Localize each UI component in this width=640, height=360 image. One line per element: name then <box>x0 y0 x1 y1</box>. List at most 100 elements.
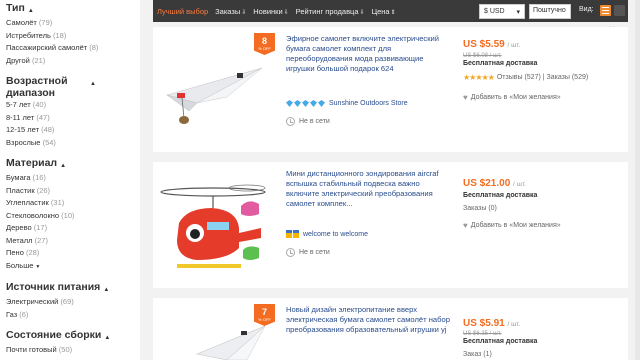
free-shipping: Бесплатная доставка <box>463 60 538 67</box>
old-price: US $6.35 / шт. <box>463 331 502 337</box>
rating-row: ★★★★★ Отзывы (527) | Заказы (529) <box>463 73 589 82</box>
arrow-down-icon: ⇩ <box>283 9 289 16</box>
paper-plane-image <box>165 67 263 124</box>
grid-view-icon[interactable] <box>614 5 625 16</box>
product-title[interactable]: Новый дизайн электропитание вверх электр… <box>286 305 451 335</box>
product-title[interactable]: Эфирное самолет включите электрический б… <box>286 34 451 74</box>
unit-select[interactable]: Поштучно <box>529 4 571 19</box>
product-image[interactable] <box>157 33 269 133</box>
filter-title[interactable]: Материал ▲ <box>6 157 136 172</box>
heart-icon: ♥ <box>463 221 468 230</box>
diamond-icon <box>302 100 309 107</box>
diamond-icon <box>286 100 293 107</box>
sort-bar: Лучший выбор Заказы⇩ Новинки⇩ Рейтинг пр… <box>153 0 628 22</box>
clock-icon <box>286 248 295 257</box>
store-link[interactable]: welcome to welcome <box>286 230 368 238</box>
filter-item[interactable]: Взрослые (54) <box>6 137 136 150</box>
orders-link[interactable]: Заказ (1) <box>463 351 492 358</box>
product-card: 7% OFF Новый дизайн электропитание вверх… <box>153 298 628 360</box>
view-label: Вид: <box>579 6 594 13</box>
product-price: US $21.00 / шт. <box>463 178 526 189</box>
filter-item[interactable]: Истребитель (18) <box>6 30 136 43</box>
diamond-icon <box>318 100 325 107</box>
clock-icon <box>286 117 295 126</box>
sort-seller-rating[interactable]: Рейтинг продавца⇩ <box>296 7 365 16</box>
filter-group-age: Возрастной диапазон ▲ 5-7 лет (40) 8-11 л… <box>6 75 136 149</box>
filter-title[interactable]: Возрастной диапазон ▲ <box>6 75 96 99</box>
filter-item[interactable]: Самолёт (79) <box>6 17 136 30</box>
add-to-wishlist[interactable]: ♥ Добавить в «Мои желания» <box>463 221 561 230</box>
helicopter-image <box>160 184 266 268</box>
heart-icon: ♥ <box>463 93 468 102</box>
chevron-down-icon: ▼ <box>35 263 41 270</box>
add-to-wishlist[interactable]: ♥ Добавить в «Мои желания» <box>463 93 561 102</box>
product-price: US $5.91 / шт. <box>463 318 521 329</box>
page: Тип ▲ Самолёт (79) Истребитель (18) Пасса… <box>0 0 640 360</box>
filter-item[interactable]: Металл (27) <box>6 235 136 248</box>
list-view-icon[interactable] <box>600 5 611 16</box>
orders-link[interactable]: Заказы (529) <box>547 74 589 81</box>
discount-badge: 7% OFF <box>254 304 275 326</box>
star-rating-icon: ★★★★★ <box>463 73 495 82</box>
product-list-area: Лучший выбор Заказы⇩ Новинки⇩ Рейтинг пр… <box>140 0 640 360</box>
sort-new[interactable]: Новинки⇩ <box>253 7 288 16</box>
caret-up-icon: ▲ <box>90 81 96 87</box>
more-link[interactable]: Больше ▼ <box>6 260 136 274</box>
filter-item[interactable]: Газ (6) <box>6 309 136 322</box>
product-card: Мини дистанционного зондирования aircraf… <box>153 162 628 288</box>
product-image[interactable] <box>157 168 269 268</box>
caret-up-icon: ▲ <box>103 287 110 293</box>
arrow-down-icon: ⇩ <box>241 9 247 16</box>
filter-title[interactable]: Состояние сборки ▲ <box>6 329 136 344</box>
reviews-link[interactable]: Отзывы (527) <box>497 74 541 81</box>
discount-badge: 8% OFF <box>254 33 275 55</box>
filter-group-material: Материал ▲ Бумага (16) Пластик (26) Углеп… <box>6 157 136 273</box>
product-price: US $5.59 / шт. <box>463 39 521 50</box>
seller-status[interactable]: Не в сети <box>286 117 330 126</box>
filter-title[interactable]: Источник питания ▲ <box>6 281 136 296</box>
filter-item[interactable]: Другой (21) <box>6 55 136 68</box>
filter-item[interactable]: Углепластик (31) <box>6 197 136 210</box>
diamond-icon <box>294 100 301 107</box>
paper-plane-image <box>195 325 266 360</box>
filter-item[interactable]: Электрический (69) <box>6 296 136 309</box>
diamond-icon <box>310 100 317 107</box>
seller-status[interactable]: Не в сети <box>286 248 330 257</box>
filter-item[interactable]: 5-7 лет (40) <box>6 99 136 112</box>
filter-item[interactable]: Стекловолокно (10) <box>6 210 136 223</box>
filter-item[interactable]: Почти готовый (50) <box>6 344 136 357</box>
chevron-down-icon: ▾ <box>516 8 520 16</box>
sort-orders[interactable]: Заказы⇩ <box>215 7 246 16</box>
free-shipping: Бесплатная доставка <box>463 338 538 345</box>
filter-item[interactable]: Пено (28) <box>6 247 136 260</box>
filter-item[interactable]: Пластик (26) <box>6 185 136 198</box>
arrow-updown-icon: ⇕ <box>390 9 396 16</box>
product-title[interactable]: Мини дистанционного зондирования aircraf… <box>286 169 451 209</box>
free-shipping: Бесплатная доставка <box>463 192 538 199</box>
sort-price[interactable]: Цена⇕ <box>372 7 396 16</box>
caret-up-icon: ▲ <box>27 8 34 14</box>
filter-sidebar: Тип ▲ Самолёт (79) Истребитель (18) Пасса… <box>0 0 140 360</box>
filter-item[interactable]: 12-15 лет (48) <box>6 124 136 137</box>
caret-up-icon: ▲ <box>104 335 111 341</box>
filter-group-type: Тип ▲ Самолёт (79) Истребитель (18) Пасса… <box>6 2 136 67</box>
filter-item[interactable]: Бумага (16) <box>6 172 136 185</box>
currency-select[interactable]: $ USD ▾ <box>479 4 525 19</box>
product-card: 8% OFF Эфирное самолет включите электрич… <box>153 27 628 152</box>
medal-icon <box>293 230 299 238</box>
orders-link[interactable]: Заказы (0) <box>463 205 497 212</box>
filter-item[interactable]: Пассажирский самолёт (8) <box>6 42 136 55</box>
sort-best-match[interactable]: Лучший выбор <box>157 7 208 16</box>
medal-icon <box>286 230 292 238</box>
product-image[interactable] <box>157 304 269 360</box>
filter-group-assembly: Состояние сборки ▲ Почти готовый (50) <box>6 329 136 357</box>
filter-group-power: Источник питания ▲ Электрический (69) Газ… <box>6 281 136 321</box>
scrollbar[interactable] <box>635 0 640 360</box>
filter-item[interactable]: Дерево (17) <box>6 222 136 235</box>
arrow-down-icon: ⇩ <box>359 9 365 16</box>
caret-up-icon: ▲ <box>60 163 67 169</box>
store-link[interactable]: Sunshine Outdoors Store <box>286 100 408 107</box>
old-price: US $6.08 / шт. <box>463 53 502 59</box>
filter-item[interactable]: 8-11 лет (47) <box>6 112 136 125</box>
filter-title[interactable]: Тип ▲ <box>6 2 136 17</box>
